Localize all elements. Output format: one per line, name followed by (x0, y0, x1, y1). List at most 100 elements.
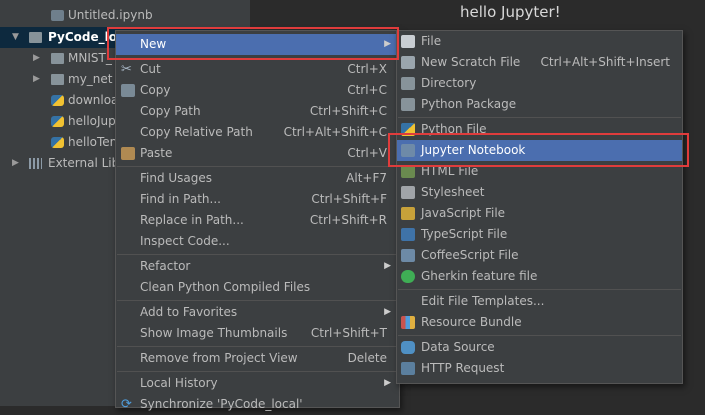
collapse-arrow-icon[interactable]: ▶ (12, 153, 19, 174)
tree-item-untitled[interactable]: Untitled.ipynb (0, 5, 250, 26)
menu-item-label: Clean Python Compiled Files (140, 280, 311, 294)
menu-item-label: Directory (421, 76, 477, 90)
menu-item-local-history[interactable]: Local History ▶ (116, 373, 399, 394)
menu-item-label: Resource Bundle (421, 315, 522, 329)
menu-item-label: Inspect Code... (140, 234, 230, 248)
stylesheet-icon (401, 186, 415, 199)
menu-item-label: Find in Path... (140, 192, 221, 206)
folder-icon (29, 32, 42, 43)
submenu-item-typescript-file[interactable]: TypeScript File (397, 224, 682, 245)
menu-item-label: Synchronize 'PyCode_local' (140, 397, 303, 411)
menu-item-label: Edit File Templates... (421, 294, 545, 308)
submenu-item-gherkin-file[interactable]: Gherkin feature file (397, 266, 682, 287)
python-file-icon (51, 95, 64, 106)
menu-item-label: Data Source (421, 340, 495, 354)
menu-item-label: HTTP Request (421, 361, 505, 375)
database-icon (401, 341, 415, 354)
menu-item-show-image-thumbnails[interactable]: Show Image Thumbnails Ctrl+Shift+T (116, 323, 399, 344)
menu-item-remove-from-project-view[interactable]: Remove from Project View Delete (116, 348, 399, 369)
submenu-item-javascript-file[interactable]: JavaScript File (397, 203, 682, 224)
context-menu: New ▶ ✂ Cut Ctrl+X Copy Ctrl+C Copy Path… (115, 30, 400, 411)
menu-item-shortcut: Ctrl+C (347, 83, 387, 97)
menu-item-label: Gherkin feature file (421, 269, 538, 283)
menu-item-copy-relative-path[interactable]: Copy Relative Path Ctrl+Alt+Shift+C (116, 122, 399, 143)
menu-item-synchronize[interactable]: ⟳ Synchronize 'PyCode_local' (116, 394, 399, 415)
menu-item-inspect-code[interactable]: Inspect Code... (116, 231, 399, 252)
submenu-item-edit-file-templates[interactable]: Edit File Templates... (397, 291, 682, 312)
menu-separator (398, 289, 681, 290)
menu-item-label: CoffeeScript File (421, 248, 519, 262)
tree-item-label: helloTen (68, 135, 118, 149)
expand-arrow-icon[interactable]: ▼ (12, 27, 19, 48)
menu-item-label: TypeScript File (421, 227, 508, 241)
collapse-arrow-icon[interactable]: ▶ (33, 48, 40, 69)
python-file-icon (51, 137, 64, 148)
tree-item-label: my_net (68, 72, 113, 86)
submenu-arrow-icon: ▶ (384, 307, 391, 317)
menu-separator (117, 254, 398, 255)
copy-icon (121, 84, 135, 97)
submenu-arrow-icon: ▶ (384, 378, 391, 388)
menu-item-label: Local History (140, 376, 218, 390)
menu-item-label: New Scratch File (421, 55, 521, 69)
annotation-box-new (107, 27, 399, 60)
menu-item-label: Python Package (421, 97, 517, 111)
typescript-file-icon (401, 228, 415, 241)
menu-item-shortcut: Ctrl+V (347, 146, 387, 160)
folder-icon (51, 53, 64, 64)
menu-item-copy[interactable]: Copy Ctrl+C (116, 80, 399, 101)
submenu-item-data-source[interactable]: Data Source (397, 337, 682, 358)
menu-item-paste[interactable]: Paste Ctrl+V (116, 143, 399, 164)
menu-item-cut[interactable]: ✂ Cut Ctrl+X (116, 59, 399, 80)
menu-item-clean-python-compiled[interactable]: Clean Python Compiled Files (116, 277, 399, 298)
resource-bundle-icon (401, 316, 415, 329)
tree-item-label: Untitled.ipynb (68, 8, 153, 22)
paste-icon (121, 147, 135, 160)
submenu-item-python-package[interactable]: Python Package (397, 94, 682, 115)
menu-item-find-usages[interactable]: Find Usages Alt+F7 (116, 168, 399, 189)
sync-icon: ⟳ (121, 397, 132, 412)
collapse-arrow-icon[interactable]: ▶ (33, 69, 40, 90)
menu-separator (117, 371, 398, 372)
menu-item-label: Copy Relative Path (140, 125, 253, 139)
editor-title: hello Jupyter! (460, 3, 561, 21)
menu-item-label: Refactor (140, 259, 191, 273)
menu-item-label: Copy Path (140, 104, 201, 118)
menu-item-refactor[interactable]: Refactor ▶ (116, 256, 399, 277)
menu-item-shortcut: Ctrl+Alt+Shift+Insert (540, 55, 670, 69)
coffeescript-file-icon (401, 249, 415, 262)
menu-item-label: File (421, 34, 442, 48)
menu-item-replace-in-path[interactable]: Replace in Path... Ctrl+Shift+R (116, 210, 399, 231)
file-icon (401, 35, 415, 48)
submenu-item-scratch-file[interactable]: New Scratch File Ctrl+Alt+Shift+Insert (397, 52, 682, 73)
submenu-item-resource-bundle[interactable]: Resource Bundle (397, 312, 682, 333)
menu-item-label: Replace in Path... (140, 213, 244, 227)
menu-separator (398, 335, 681, 336)
api-file-icon (401, 362, 415, 375)
menu-item-find-in-path[interactable]: Find in Path... Ctrl+Shift+F (116, 189, 399, 210)
submenu-item-coffeescript-file[interactable]: CoffeeScript File (397, 245, 682, 266)
menu-item-add-to-favorites[interactable]: Add to Favorites ▶ (116, 302, 399, 323)
menu-separator (117, 300, 398, 301)
submenu-item-http-request[interactable]: HTTP Request (397, 358, 682, 379)
menu-item-shortcut: Ctrl+Shift+F (311, 192, 387, 206)
tree-item-label: MNIST_ (68, 51, 112, 65)
folder-icon (401, 77, 415, 90)
javascript-file-icon (401, 207, 415, 220)
menu-item-shortcut: Delete (347, 351, 387, 365)
new-submenu: File New Scratch File Ctrl+Alt+Shift+Ins… (396, 30, 683, 384)
submenu-item-stylesheet[interactable]: Stylesheet (397, 182, 682, 203)
menu-item-label: Remove from Project View (140, 351, 298, 365)
menu-item-label: JavaScript File (421, 206, 506, 220)
library-icon (29, 158, 42, 169)
menu-item-shortcut: Alt+F7 (346, 171, 387, 185)
menu-item-label: Add to Favorites (140, 305, 238, 319)
menu-item-copy-path[interactable]: Copy Path Ctrl+Shift+C (116, 101, 399, 122)
submenu-item-file[interactable]: File (397, 31, 682, 52)
menu-item-shortcut: Ctrl+Shift+T (310, 326, 387, 340)
tree-item-label: downloa (68, 93, 119, 107)
submenu-item-directory[interactable]: Directory (397, 73, 682, 94)
scratch-file-icon (401, 56, 415, 69)
tree-item-label: External Lib (48, 156, 120, 170)
menu-item-label: Paste (140, 146, 173, 160)
